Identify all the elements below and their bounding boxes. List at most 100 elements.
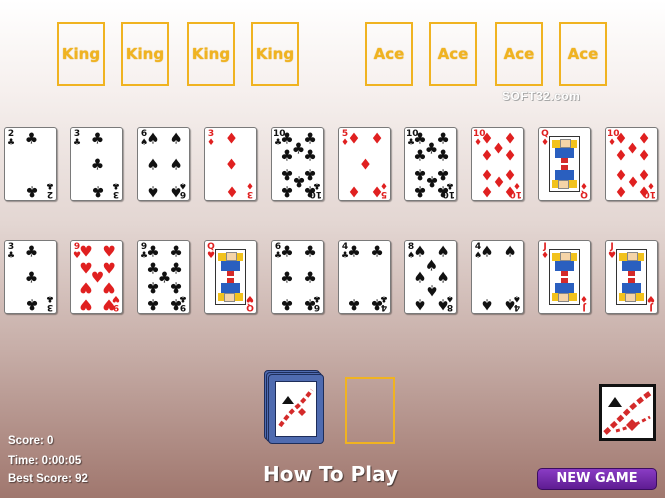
clubs-pip-icon: ♣ xyxy=(24,268,39,287)
card-8-of-spades[interactable]: 8 ♠ 8 ♠ ♠ ♠ ♠ ♠ ♠ ♠ ♠ ♠ xyxy=(404,240,457,314)
clubs-pip-icon: ♣ xyxy=(146,242,160,261)
hearts-pip-icon: ♥ xyxy=(102,242,116,261)
clubs-pip-icon: ♣ xyxy=(169,278,183,297)
hearts-pip-icon: ♥ xyxy=(79,295,93,314)
foundation-ace-slot-1[interactable]: Ace xyxy=(365,22,413,86)
clubs-pip-icon: ♣ xyxy=(303,242,317,261)
card-3-of-clubs[interactable]: 3 ♣ 3 ♣ ♣ ♣ ♣ xyxy=(4,240,57,314)
diamonds-pip-icon: ♦ xyxy=(503,182,517,201)
foundation-king-slot-3[interactable]: King xyxy=(187,22,235,86)
spades-pip-icon: ♠ xyxy=(146,182,160,201)
card-J-of-hearts[interactable]: J ♥ J ♥ xyxy=(605,240,658,314)
card-index: J ♦ xyxy=(579,293,589,312)
card-6-of-clubs[interactable]: 6 ♣ 6 ♣ ♣ ♣ ♣ ♣ ♣ ♣ xyxy=(271,240,324,314)
card-pips: ♠ ♠ ♠ ♠ ♠ ♠ xyxy=(146,129,183,201)
face-card-art-icon xyxy=(616,249,647,305)
game-logo-button[interactable] xyxy=(599,384,656,441)
face-card-art-icon xyxy=(549,249,580,305)
foundation-king-slot-1[interactable]: King xyxy=(57,22,105,86)
card-5-of-diamonds[interactable]: 5 ♦ 5 ♦ ♦ ♦ ♦ ♦ ♦ xyxy=(338,127,391,201)
spades-pip-icon: ♠ xyxy=(169,129,183,148)
card-pips: ♣ ♣ ♣ ♣ ♣ ♣ xyxy=(280,242,317,314)
diamonds-pip-icon: ♦ xyxy=(224,182,239,201)
face-card-art-icon xyxy=(549,136,580,192)
diamonds-pip-icon: ♦ xyxy=(224,155,239,174)
foundation-king-slot-2[interactable]: King xyxy=(121,22,169,86)
waste-slot[interactable] xyxy=(345,377,395,444)
stock-deck[interactable] xyxy=(268,374,324,444)
card-Q-of-hearts[interactable]: Q ♥ Q ♥ xyxy=(204,240,257,314)
card-9-of-clubs[interactable]: 9 ♣ 9 ♣ ♣ ♣ ♣ ♣ ♣ ♣ ♣ ♣ ♣ xyxy=(137,240,190,314)
diamonds-pip-icon: ♦ xyxy=(347,182,361,201)
spades-pip-icon: ♠ xyxy=(146,155,160,174)
diamonds-pip-icon: ♦ xyxy=(358,155,373,174)
clubs-pip-icon: ♣ xyxy=(24,129,39,148)
hearts-pip-icon: ♥ xyxy=(79,278,93,297)
spades-pip-icon: ♠ xyxy=(503,242,517,261)
diamonds-pip-icon: ♦ xyxy=(224,129,239,148)
card-10-of-diamonds[interactable]: 10 ♦ 10 ♦ ♦ ♦ ♦ ♦ ♦ ♦ ♦ ♦ ♦ ♦ xyxy=(471,127,524,201)
slot-label: Ace xyxy=(437,45,469,63)
face-card-art-icon xyxy=(215,249,246,305)
clubs-pip-icon: ♣ xyxy=(436,146,450,165)
clubs-pip-icon: ♣ xyxy=(347,295,361,314)
clubs-pip-icon: ♣ xyxy=(280,268,294,287)
diamonds-pip-icon: ♦ xyxy=(370,129,384,148)
spades-pip-icon: ♠ xyxy=(169,155,183,174)
card-4-of-clubs[interactable]: 4 ♣ 4 ♣ ♣ ♣ ♣ ♣ xyxy=(338,240,391,314)
slot-label: Ace xyxy=(567,45,599,63)
clubs-pip-icon: ♣ xyxy=(24,242,39,261)
card-4-of-spades[interactable]: 4 ♠ 4 ♠ ♠ ♠ ♠ ♠ xyxy=(471,240,524,314)
clubs-pip-icon: ♣ xyxy=(303,129,317,148)
clubs-pip-icon: ♣ xyxy=(280,295,294,314)
game-logo-icon xyxy=(603,390,652,435)
clubs-pip-icon: ♣ xyxy=(280,242,294,261)
card-pips: ♦ ♦ ♦ ♦ ♦ xyxy=(347,129,384,201)
card-9-of-hearts[interactable]: 9 ♥ 9 ♥ ♥ ♥ ♥ ♥ ♥ ♥ ♥ ♥ ♥ xyxy=(70,240,123,314)
foundation-ace-slot-2[interactable]: Ace xyxy=(429,22,477,86)
spades-pip-icon: ♠ xyxy=(480,295,494,314)
card-index: Q ♦ xyxy=(579,180,589,199)
diamonds-pip-icon: ♦ xyxy=(480,146,494,165)
card-10-of-diamonds[interactable]: 10 ♦ 10 ♦ ♦ ♦ ♦ ♦ ♦ ♦ ♦ ♦ ♦ ♦ xyxy=(605,127,658,201)
clubs-pip-icon: ♣ xyxy=(280,182,294,201)
new-game-button[interactable]: NEW GAME xyxy=(537,468,657,490)
deck-design-icon xyxy=(275,381,317,437)
hearts-pip-icon: ♥ xyxy=(102,295,116,314)
foundation-ace-slot-4[interactable]: Ace xyxy=(559,22,607,86)
slot-label: King xyxy=(61,45,101,63)
card-Q-of-diamonds[interactable]: Q ♦ Q ♦ xyxy=(538,127,591,201)
spades-pip-icon: ♠ xyxy=(436,295,450,314)
diamonds-pip-icon: ♦ xyxy=(614,182,628,201)
card-10-of-clubs[interactable]: 10 ♣ 10 ♣ ♣ ♣ ♣ ♣ ♣ ♣ ♣ ♣ ♣ ♣ xyxy=(271,127,324,201)
card-pips: ♣ ♣ ♣ ♣ ♣ ♣ ♣ ♣ ♣ ♣ xyxy=(280,129,317,201)
card-3-of-diamonds[interactable]: 3 ♦ 3 ♦ ♦ ♦ ♦ xyxy=(204,127,257,201)
card-6-of-spades[interactable]: 6 ♠ 6 ♠ ♠ ♠ ♠ ♠ ♠ ♠ xyxy=(137,127,190,201)
diamonds-pip-icon: ♦ xyxy=(347,129,361,148)
foundation-ace-slot-3[interactable]: Ace xyxy=(495,22,543,86)
clubs-pip-icon: ♣ xyxy=(370,295,384,314)
clubs-pip-icon: ♣ xyxy=(303,182,317,201)
card-pips: ♠ ♠ ♠ ♠ xyxy=(480,242,517,314)
foundation-king-slot-4[interactable]: King xyxy=(251,22,299,86)
clubs-pip-icon: ♣ xyxy=(303,295,317,314)
clubs-pip-icon: ♣ xyxy=(90,155,105,174)
clubs-pip-icon: ♣ xyxy=(436,182,450,201)
how-to-play-link[interactable]: How To Play xyxy=(263,462,398,486)
hearts-pip-icon: ♥ xyxy=(102,278,116,297)
card-pips: ♦ ♦ ♦ ♦ ♦ ♦ ♦ ♦ ♦ ♦ xyxy=(614,131,651,201)
slot-label: King xyxy=(125,45,165,63)
spades-pip-icon: ♠ xyxy=(436,242,450,261)
card-index: J ♥ xyxy=(646,293,656,312)
clubs-pip-icon: ♣ xyxy=(413,146,427,165)
clubs-pip-icon: ♣ xyxy=(280,146,294,165)
clubs-pip-icon: ♣ xyxy=(303,146,317,165)
card-pips: ♣ ♣ xyxy=(15,129,48,200)
card-J-of-diamonds[interactable]: J ♦ J ♦ xyxy=(538,240,591,314)
card-pips: ♠ ♠ ♠ ♠ ♠ ♠ ♠ ♠ xyxy=(413,242,450,314)
hearts-pip-icon: ♥ xyxy=(102,259,116,278)
card-3-of-clubs[interactable]: 3 ♣ 3 ♣ ♣ ♣ ♣ xyxy=(70,127,123,201)
card-10-of-clubs[interactable]: 10 ♣ 10 ♣ ♣ ♣ ♣ ♣ ♣ ♣ ♣ ♣ ♣ ♣ xyxy=(404,127,457,201)
spades-pip-icon: ♠ xyxy=(413,295,427,314)
card-2-of-clubs[interactable]: 2 ♣ 2 ♣ ♣ ♣ xyxy=(4,127,57,201)
